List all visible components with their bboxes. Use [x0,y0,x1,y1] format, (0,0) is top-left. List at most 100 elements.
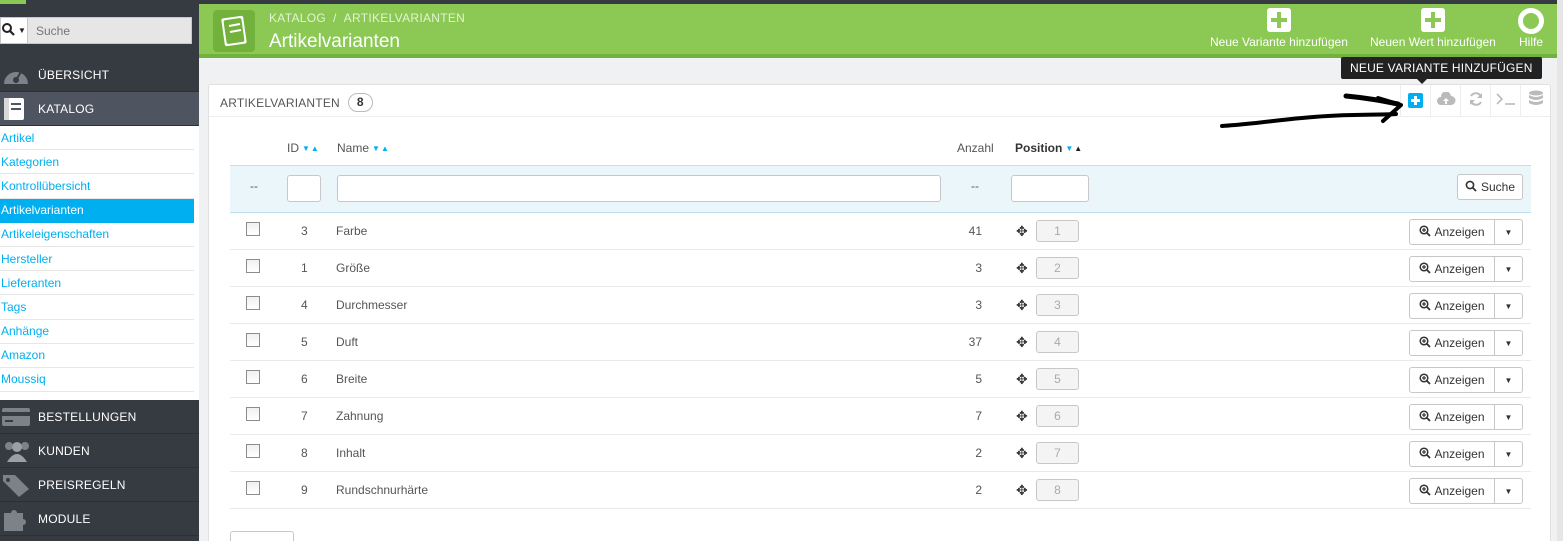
view-button-label: Anzeigen [1434,410,1485,424]
submenu-item-hersteller[interactable]: Hersteller [0,247,194,272]
view-button[interactable]: Anzeigen [1410,331,1495,355]
table-row[interactable]: 9 Rundschnurhärte 2 ✥ 8 Anzeigen ▼ [230,472,1531,509]
drag-handle-icon[interactable]: ✥ [1016,334,1028,351]
row-actions: Anzeigen ▼ [1409,330,1523,356]
help-button[interactable]: Hilfe [1518,8,1544,49]
view-button[interactable]: Anzeigen [1410,294,1495,318]
drag-handle-icon[interactable]: ✥ [1016,445,1028,462]
filter-name-input[interactable] [337,175,941,202]
view-button[interactable]: Anzeigen [1410,442,1495,466]
add-new-button[interactable] [1400,85,1430,116]
table-row[interactable]: 5 Duft 37 ✥ 4 Anzeigen ▼ [230,324,1531,361]
submenu-item-artikel[interactable]: Artikel [0,126,194,151]
export-button[interactable] [1430,85,1460,116]
plus-icon [1266,8,1291,32]
cell-position: 1 [1036,220,1079,242]
table-row[interactable]: 6 Breite 5 ✥ 5 Anzeigen ▼ [230,361,1531,398]
sidebar-item-orders[interactable]: BESTELLUNGEN [0,400,199,434]
table-row[interactable]: 7 Zahnung 7 ✥ 6 Anzeigen ▼ [230,398,1531,435]
row-checkbox[interactable] [246,407,260,421]
sql-query-button[interactable] [1490,85,1520,116]
row-checkbox[interactable] [246,370,260,384]
submenu-item-lieferanten[interactable]: Lieferanten [0,271,194,296]
search-input[interactable] [28,18,191,43]
row-checkbox[interactable] [246,444,260,458]
drag-handle-icon[interactable]: ✥ [1016,297,1028,314]
view-button[interactable]: Anzeigen [1410,220,1495,244]
cloud-upload-icon [1436,90,1456,110]
filter-id-input[interactable] [287,175,321,202]
view-button[interactable]: Anzeigen [1410,257,1495,281]
submenu-item-amazon[interactable]: Amazon [0,344,194,368]
sidebar-item-overview[interactable]: ÜBERSICHT [0,58,199,92]
chevron-down-icon[interactable]: ▼ [1495,302,1522,311]
table-row[interactable]: 3 Farbe 41 ✥ 1 Anzeigen ▼ [230,213,1531,250]
drag-handle-icon[interactable]: ✥ [1016,371,1028,388]
row-checkbox[interactable] [246,222,260,236]
drag-handle-icon[interactable]: ✥ [1016,223,1028,240]
cell-position: 5 [1036,368,1079,390]
drag-handle-icon[interactable]: ✥ [1016,482,1028,499]
row-checkbox[interactable] [246,333,260,347]
chevron-down-icon[interactable]: ▼ [1495,450,1522,459]
table-header: ID ▼ ▲ Name ▼ ▲ Anzahl Position ▼ ▲ [230,133,1531,165]
puzzle-icon [0,502,38,536]
sort-desc-icon[interactable]: ▼ [302,144,310,153]
bulk-actions-button[interactable] [230,531,294,541]
add-new-variant-button[interactable]: Neue Variante hinzufügen [1210,8,1348,49]
page-title: Artikelvarianten [269,31,400,52]
page-header: KATALOG / ARTIKELVARIANTEN Artikelvariante… [199,0,1563,58]
table-row[interactable]: 1 Größe 3 ✥ 2 Anzeigen ▼ [230,250,1531,287]
drag-handle-icon[interactable]: ✥ [1016,408,1028,425]
submenu-item-anhaenge[interactable]: Anhänge [0,320,194,344]
sidebar-item-label: BESTELLUNGEN [38,409,137,424]
breadcrumb-catalog[interactable]: KATALOG [269,11,326,25]
sql-manager-button[interactable] [1520,85,1550,116]
chevron-down-icon[interactable]: ▼ [1495,228,1522,237]
cell-position: 4 [1036,331,1079,353]
submenu-item-kontrolluebersicht[interactable]: Kontrollübersicht [0,174,194,199]
chevron-down-icon[interactable]: ▼ [1495,376,1522,385]
row-actions: Anzeigen ▼ [1409,256,1523,282]
view-button[interactable]: Anzeigen [1410,368,1495,392]
row-checkbox[interactable] [246,296,260,310]
filter-position-input[interactable] [1011,175,1089,202]
sort-asc-icon[interactable]: ▲ [381,144,389,153]
chevron-down-icon[interactable]: ▼ [1495,265,1522,274]
sidebar-item-catalog[interactable]: KATALOG [0,92,199,126]
sort-desc-icon[interactable]: ▼ [372,144,380,153]
table-row[interactable]: 8 Inhalt 2 ✥ 7 Anzeigen ▼ [230,435,1531,472]
submenu-item-kategorien[interactable]: Kategorien [0,150,194,175]
column-header-count: Anzahl [957,141,994,155]
zoom-in-icon [1419,372,1432,388]
page-scrollbar[interactable] [1557,0,1563,541]
sidebar-item-customers[interactable]: KUNDEN [0,434,199,468]
sort-asc-icon[interactable]: ▲ [311,144,319,153]
row-checkbox[interactable] [246,259,260,273]
chevron-down-icon[interactable]: ▼ [1495,339,1522,348]
row-checkbox[interactable] [246,481,260,495]
view-button[interactable]: Anzeigen [1410,479,1495,503]
drag-handle-icon[interactable]: ✥ [1016,260,1028,277]
table-row[interactable]: 4 Durchmesser 3 ✥ 3 Anzeigen ▼ [230,287,1531,324]
add-new-value-button[interactable]: Neuen Wert hinzufügen [1370,8,1496,49]
refresh-button[interactable] [1460,85,1490,116]
chevron-down-icon: ▼ [18,26,26,35]
filter-search-button[interactable]: Suche [1456,174,1523,200]
cell-count: 3 [975,261,982,275]
submenu-item-moussiq[interactable]: Moussiq [0,368,194,393]
submenu-item-artikeleigenschaften[interactable]: Artikeleigenschaften [0,223,194,247]
chevron-down-icon[interactable]: ▼ [1495,413,1522,422]
sidebar-item-modules[interactable]: MODULE [0,502,199,536]
sidebar-item-price-rules[interactable]: PREISREGELN [0,468,199,502]
sort-desc-icon[interactable]: ▼ [1065,144,1073,153]
cell-count: 3 [975,298,982,312]
row-actions: Anzeigen ▼ [1409,441,1523,467]
search-type-button[interactable]: ▼ [1,18,28,43]
view-button[interactable]: Anzeigen [1410,405,1495,429]
column-header-label: Anzahl [957,141,994,155]
chevron-down-icon[interactable]: ▼ [1495,487,1522,496]
submenu-item-tags[interactable]: Tags [0,295,194,320]
sort-asc-icon[interactable]: ▲ [1074,144,1082,153]
submenu-item-artikelvarianten[interactable]: Artikelvarianten [0,198,194,223]
